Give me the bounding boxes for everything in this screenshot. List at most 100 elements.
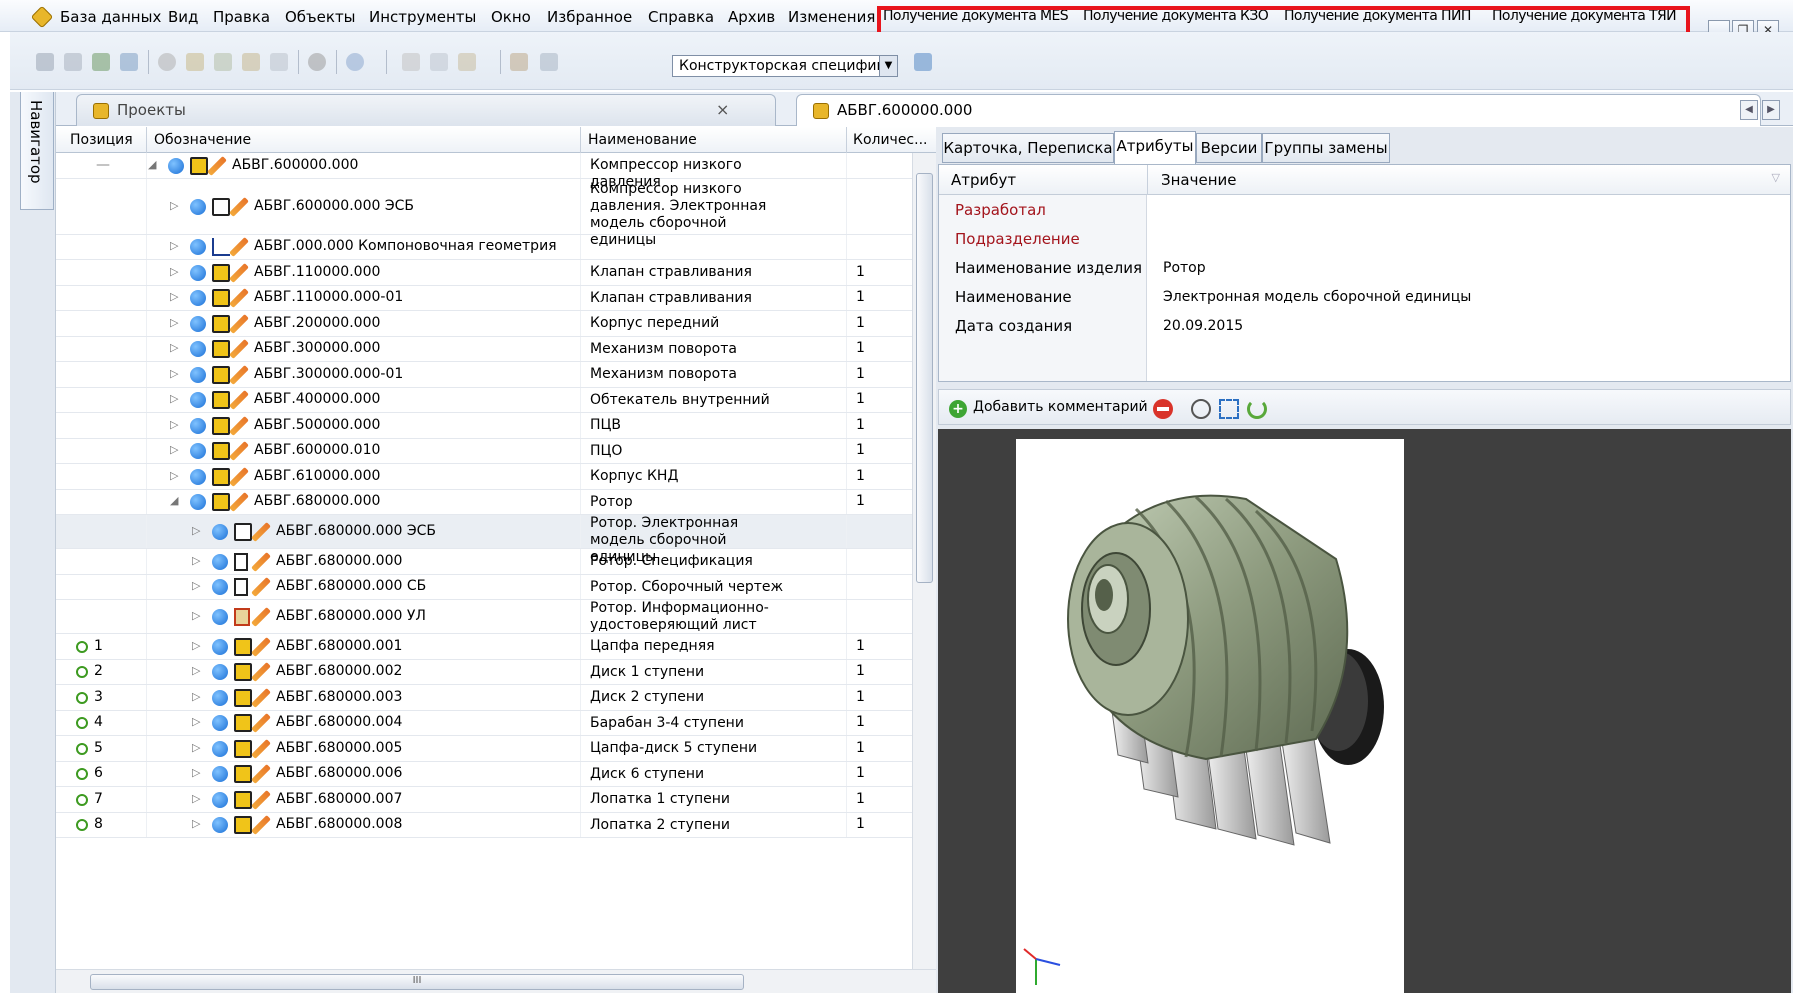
- table-row[interactable]: — ◢ АБВГ.600000.000 Компрессор низкого давл…: [56, 153, 912, 190]
- filter-icon[interactable]: ▽: [1772, 171, 1780, 184]
- history-icon[interactable]: [1191, 399, 1211, 419]
- table-row[interactable]: ▷ АБВГ.680000.000 УЛ Ротор. Информационно-…: [56, 600, 912, 634]
- table-row[interactable]: 7 ▷ АБВГ.680000.007 Лопатка 1 ступени 1: [56, 787, 912, 813]
- star-icon[interactable]: [242, 53, 260, 71]
- key-icon[interactable]: [186, 53, 204, 71]
- table-row[interactable]: 3 ▷ АБВГ.680000.003 Диск 2 ступени 1: [56, 685, 912, 711]
- table-row[interactable]: ▷ АБВГ.110000.000-01 Клапан стравливания 1: [56, 285, 912, 311]
- expand-icon[interactable]: ▷: [170, 418, 178, 431]
- expand-icon[interactable]: ▷: [170, 367, 178, 380]
- expand-icon[interactable]: ▷: [170, 199, 178, 212]
- model-preview[interactable]: [1016, 439, 1404, 993]
- table-row[interactable]: ◢ АБВГ.680000.000 Ротор 1: [56, 489, 912, 515]
- mail-icon[interactable]: [120, 53, 138, 71]
- expand-icon[interactable]: ▷: [192, 766, 200, 779]
- expand-icon[interactable]: ▷: [170, 290, 178, 303]
- new-icon[interactable]: [36, 53, 54, 71]
- col-quantity[interactable]: Количес...: [853, 132, 927, 148]
- close-tab-icon[interactable]: ×: [716, 100, 729, 119]
- expand-icon[interactable]: ▷: [192, 741, 200, 754]
- tab-attributes[interactable]: Атрибуты: [1114, 131, 1196, 164]
- table-row[interactable]: 8 ▷ АБВГ.680000.008 Лопатка 2 ступени 1: [56, 812, 912, 838]
- expand-icon[interactable]: ▷: [192, 524, 200, 537]
- attr-col-value[interactable]: Значение: [1161, 171, 1237, 189]
- tab-scroll-right-icon[interactable]: ▶: [1762, 100, 1780, 120]
- menu-favorites[interactable]: Избранное: [547, 8, 632, 26]
- vertical-scrollbar[interactable]: [912, 153, 936, 969]
- menu-edit[interactable]: Правка: [213, 8, 270, 26]
- column-divider[interactable]: [846, 127, 847, 153]
- fit-view-icon[interactable]: [1219, 399, 1239, 419]
- check-icon[interactable]: [214, 53, 232, 71]
- menu-tools[interactable]: Инструменты: [369, 8, 476, 26]
- col-position[interactable]: Позиция: [70, 132, 133, 148]
- table-row[interactable]: ▷ АБВГ.600000.000 ЭСБ Компрессор низкого д…: [56, 178, 912, 248]
- collapse-icon[interactable]: ◢: [170, 494, 178, 507]
- col-name[interactable]: Наименование: [588, 132, 697, 148]
- table-row[interactable]: ▷ АБВГ.000.000 Компоновочная геометрия: [56, 234, 912, 260]
- table-row[interactable]: ▷ АБВГ.680000.000 СБ Ротор. Сборочный черт…: [56, 574, 912, 600]
- paste-icon[interactable]: [458, 53, 476, 71]
- tree-icon[interactable]: [64, 53, 82, 71]
- menu-objects[interactable]: Объекты: [285, 8, 356, 26]
- table-row[interactable]: 2 ▷ АБВГ.680000.002 Диск 1 ступени 1: [56, 659, 912, 685]
- report-icon[interactable]: [540, 53, 558, 71]
- table-row[interactable]: ▷ АБВГ.300000.000 Механизм поворота 1: [56, 336, 912, 362]
- expand-icon[interactable]: ▷: [170, 443, 178, 456]
- table-row[interactable]: 1 ▷ АБВГ.680000.001 Цапфа передняя 1: [56, 634, 912, 660]
- expand-icon[interactable]: ▷: [170, 316, 178, 329]
- attribute-value[interactable]: 20.09.2015: [1163, 318, 1243, 334]
- 3d-viewer[interactable]: [938, 429, 1791, 993]
- tab-document[interactable]: АБВГ.600000.000: [796, 94, 1761, 126]
- expand-icon[interactable]: ▷: [192, 792, 200, 805]
- info-icon[interactable]: [158, 53, 176, 71]
- stop-icon[interactable]: [308, 53, 326, 71]
- menu-database[interactable]: База данных: [60, 8, 161, 26]
- calendar-icon[interactable]: [92, 53, 110, 71]
- expand-icon[interactable]: ▷: [170, 341, 178, 354]
- collapse-icon[interactable]: ◢: [148, 158, 156, 171]
- table-row[interactable]: ▷ АБВГ.680000.000 Ротор. Спецификация: [56, 549, 912, 575]
- expand-icon[interactable]: ▷: [192, 639, 200, 652]
- col-designation[interactable]: Обозначение: [154, 132, 251, 148]
- tab-projects[interactable]: Проекты: [76, 94, 776, 126]
- scroll-thumb[interactable]: III: [90, 974, 744, 990]
- expand-icon[interactable]: ▷: [192, 609, 200, 622]
- tab-card-correspondence[interactable]: Карточка, Переписка: [942, 133, 1114, 163]
- attribute-value[interactable]: Электронная модель сборочной единицы: [1163, 289, 1471, 305]
- table-row[interactable]: ▷ АБВГ.600000.010 ПЦО 1: [56, 438, 912, 464]
- table-row[interactable]: 5 ▷ АБВГ.680000.005 Цапфа-диск 5 ступени 1: [56, 736, 912, 762]
- expand-icon[interactable]: ▷: [192, 664, 200, 677]
- attribute-value[interactable]: Ротор: [1163, 260, 1206, 276]
- table-row[interactable]: ▷ АБВГ.610000.000 Корпус КНД 1: [56, 464, 912, 490]
- add-comment-button[interactable]: Добавить комментарий: [973, 399, 1148, 415]
- app-logo-icon[interactable]: [30, 5, 54, 29]
- table-row[interactable]: ▷ АБВГ.500000.000 ПЦВ 1: [56, 413, 912, 439]
- menu-archive[interactable]: Архив: [728, 8, 775, 26]
- expand-icon[interactable]: ▷: [170, 392, 178, 405]
- expand-icon[interactable]: ▷: [192, 579, 200, 592]
- tab-versions[interactable]: Версии: [1196, 133, 1262, 163]
- refresh-icon[interactable]: [1247, 399, 1267, 419]
- spec-type-select[interactable]: Конструкторская специфик ▼: [672, 55, 898, 77]
- edit-icon[interactable]: [510, 53, 528, 71]
- cut-icon[interactable]: [402, 53, 420, 71]
- table-row[interactable]: ▷ АБВГ.200000.000 Корпус передний 1: [56, 311, 912, 337]
- table-row[interactable]: 4 ▷ АБВГ.680000.004 Барабан 3-4 ступени 1: [56, 710, 912, 736]
- expand-icon[interactable]: ▷: [192, 817, 200, 830]
- search-icon[interactable]: [346, 53, 364, 71]
- table-row[interactable]: ▷ АБВГ.300000.000-01 Механизм поворота 1: [56, 362, 912, 388]
- table-row[interactable]: 6 ▷ АБВГ.680000.006 Диск 6 ступени 1: [56, 761, 912, 787]
- expand-icon[interactable]: ▷: [170, 265, 178, 278]
- menu-changes[interactable]: Изменения: [788, 8, 875, 26]
- expand-icon[interactable]: ▷: [192, 715, 200, 728]
- tab-replacement-groups[interactable]: Группы замены: [1262, 133, 1390, 163]
- navigator-tab[interactable]: Навигатор: [20, 92, 54, 210]
- menu-window[interactable]: Окно: [491, 8, 531, 26]
- menu-view[interactable]: Вид: [168, 8, 198, 26]
- expand-icon[interactable]: ▷: [170, 239, 178, 252]
- tab-scroll-left-icon[interactable]: ◀: [1740, 100, 1758, 120]
- scroll-thumb[interactable]: [916, 173, 933, 583]
- frame-icon[interactable]: [270, 53, 288, 71]
- settings-icon[interactable]: [914, 53, 932, 71]
